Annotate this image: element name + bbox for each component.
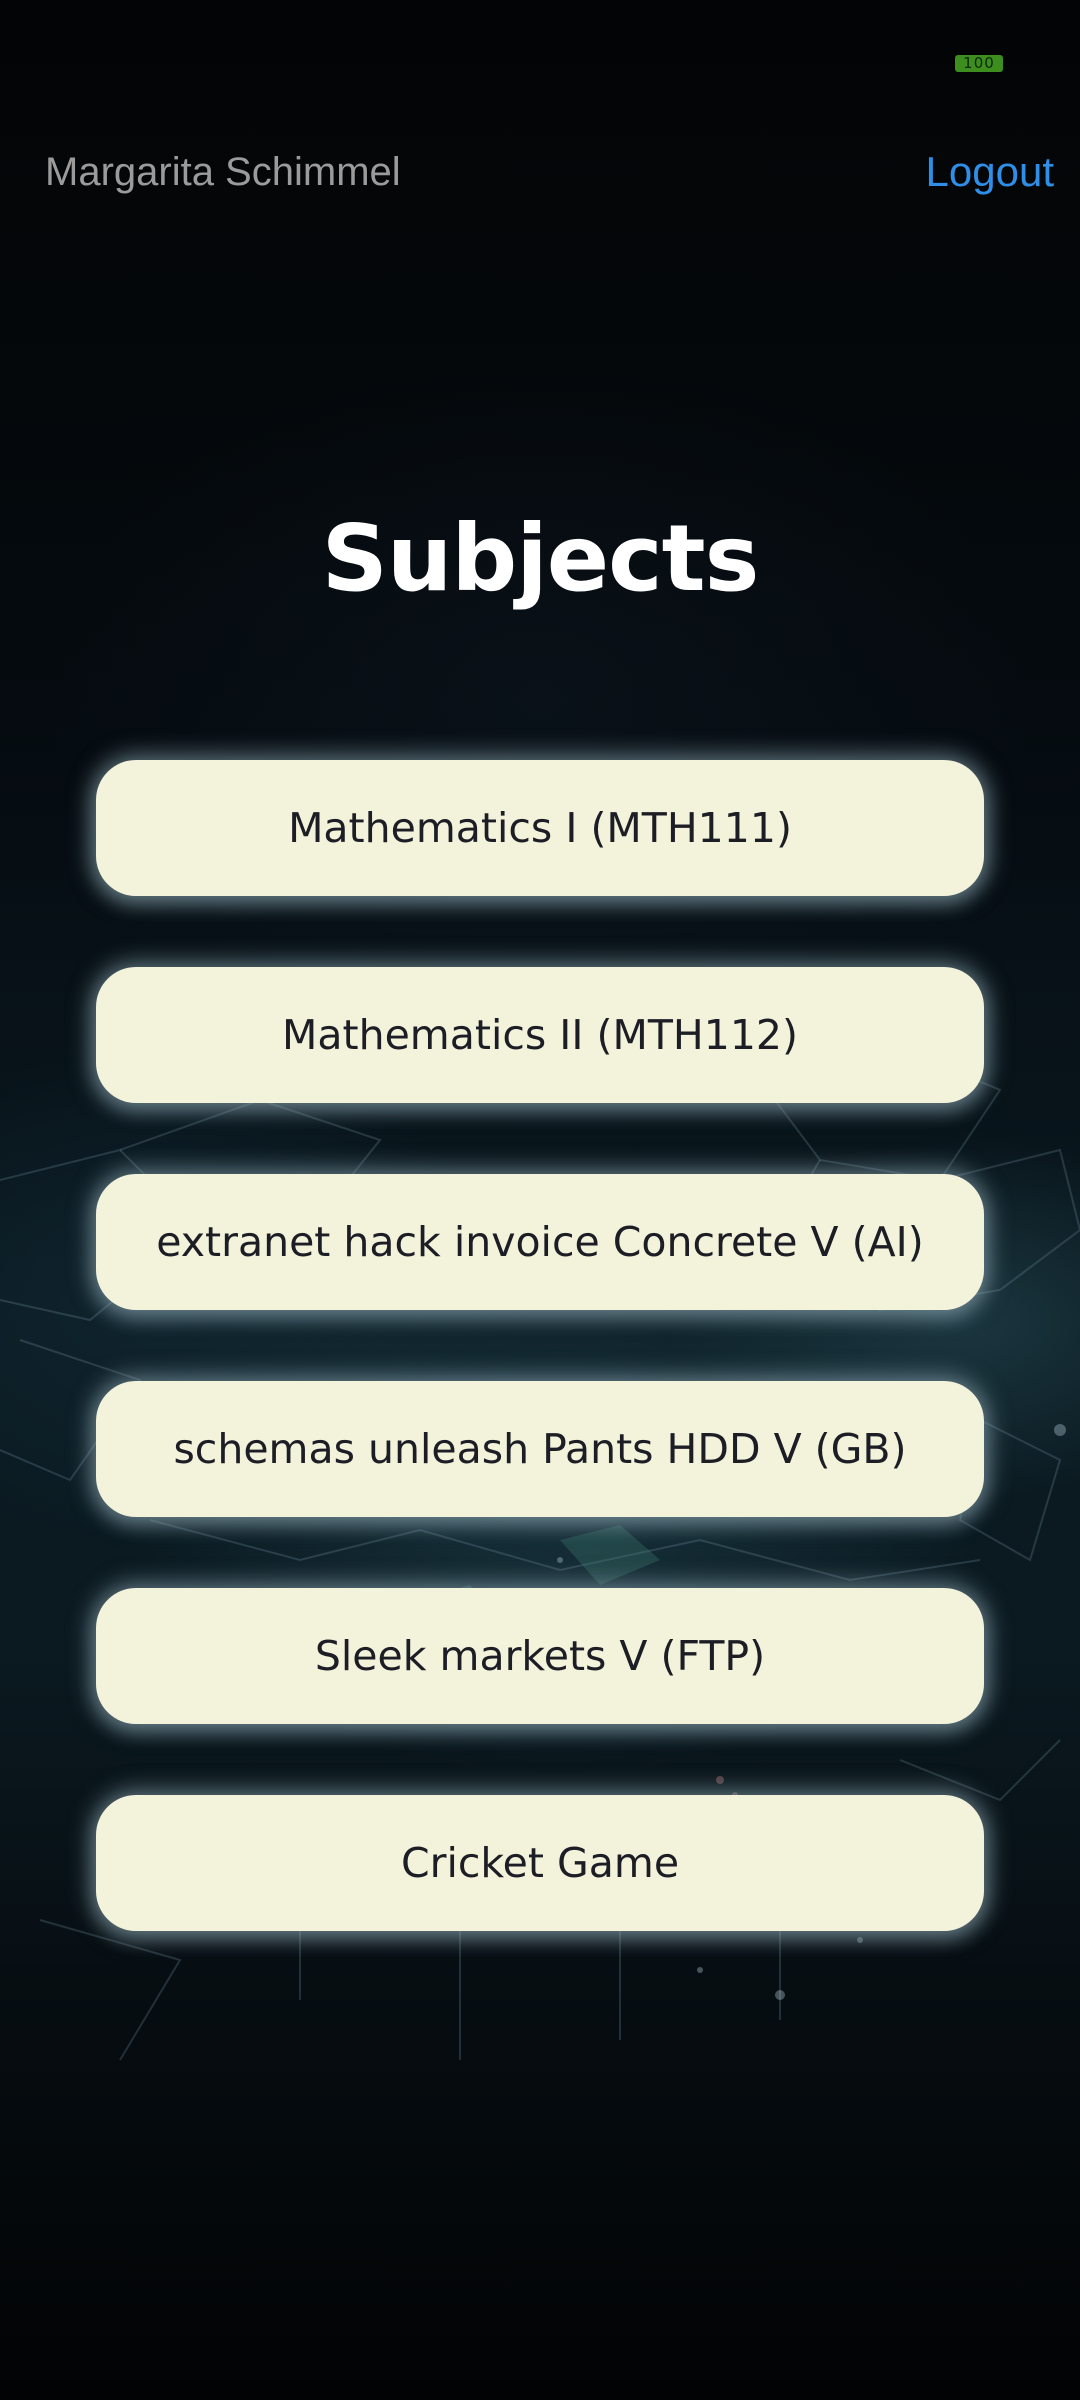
subject-button-ftp[interactable]: Sleek markets V (FTP) (96, 1588, 984, 1724)
subject-button-cricket-game[interactable]: Cricket Game (96, 1795, 984, 1931)
subject-button-mth112[interactable]: Mathematics II (MTH112) (96, 967, 984, 1103)
page-title: Subjects (321, 505, 760, 612)
subject-button-ai[interactable]: extranet hack invoice Concrete V (AI) (96, 1174, 984, 1310)
subject-list: Mathematics I (MTH111) Mathematics II (M… (96, 760, 984, 2002)
subject-button-mth111[interactable]: Mathematics I (MTH111) (96, 760, 984, 896)
logout-link[interactable]: Logout (926, 148, 1054, 196)
subject-button-gb[interactable]: schemas unleash Pants HDD V (GB) (96, 1381, 984, 1517)
battery-indicator: 100 (955, 55, 1003, 72)
user-name: Margarita Schimmel (45, 150, 401, 194)
